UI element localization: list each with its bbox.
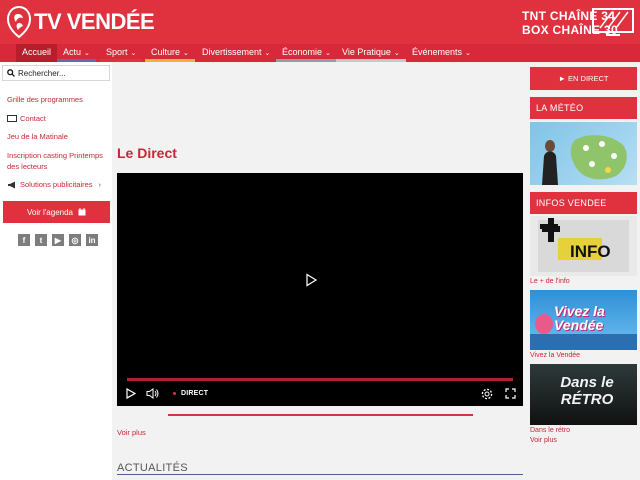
- divider: [168, 414, 473, 416]
- play-button-icon[interactable]: [125, 388, 136, 399]
- news-thumbnail-vivez[interactable]: Vivez la Vendée: [530, 290, 637, 350]
- chevron-down-icon: ⌄: [393, 50, 400, 57]
- sidebar-link-label: Contact: [20, 114, 46, 123]
- news-heading: INFOS VENDEE: [530, 192, 637, 214]
- nav-underline: [276, 59, 337, 62]
- sidebar-link-casting[interactable]: Inscription casting Printemps des lecteu…: [7, 150, 107, 172]
- news-see-more-link[interactable]: Voir plus: [530, 437, 557, 444]
- search-icon: [7, 69, 15, 77]
- play-icon[interactable]: [304, 273, 318, 287]
- thumb-text: INFO: [570, 242, 611, 261]
- section-title-actualites: ACTUALITÉS: [117, 462, 188, 474]
- logo-emblem-icon: [6, 5, 32, 39]
- left-sidebar: Rechercher... Grille des programmes Cont…: [0, 62, 112, 480]
- chevron-down-icon: ⌄: [325, 50, 331, 57]
- sidebar-link-jeu[interactable]: Jeu de la Matinale: [7, 131, 107, 142]
- megaphone-icon: [8, 181, 15, 188]
- nav-label: Vie Pratique: [342, 47, 391, 57]
- chevron-down-icon: ⌄: [264, 50, 271, 57]
- news-thumbnail-retro[interactable]: Dans le RÉTRO: [530, 364, 637, 425]
- search-input[interactable]: Rechercher...: [18, 69, 66, 78]
- sidebar-link-label: Inscription casting Printemps des lecteu…: [7, 151, 103, 171]
- agenda-button[interactable]: Voir l'agenda: [3, 201, 110, 223]
- sidebar-link-contact[interactable]: Contact: [7, 113, 107, 124]
- fullscreen-icon[interactable]: [505, 388, 516, 399]
- chevron-down-icon: ⌄: [465, 50, 471, 57]
- nav-label: Événements: [412, 47, 463, 57]
- news-caption-info[interactable]: Le + de l'info: [530, 278, 570, 285]
- news-caption-vivez[interactable]: Vivez la Vendée: [530, 352, 580, 359]
- facebook-icon[interactable]: f: [18, 234, 30, 246]
- live-status: DIRECT: [181, 390, 209, 397]
- nav-label: Accueil: [22, 47, 52, 57]
- page-title: Le Direct: [117, 145, 177, 161]
- weather-heading: LA MÉTÉO: [530, 97, 637, 119]
- thumb-text: Dans le RÉTRO: [560, 374, 614, 408]
- see-more-link[interactable]: Voir plus: [117, 428, 146, 437]
- nav-item-sport[interactable]: Sport ⌄: [100, 44, 143, 62]
- search-box[interactable]: Rechercher...: [2, 65, 110, 81]
- news-caption-retro[interactable]: Dans le rétro: [530, 427, 570, 434]
- chevron-down-icon: ⌄: [84, 50, 90, 57]
- nav-item-economie[interactable]: Économie ⌄: [276, 44, 337, 62]
- section-divider: [117, 474, 523, 475]
- main-nav: Accueil Actu ⌄ Sport ⌄ Culture ⌄ Divertisse…: [0, 44, 640, 62]
- nav-item-divertissement[interactable]: Divertissement ⌄: [196, 44, 277, 62]
- instagram-icon[interactable]: ◎: [69, 234, 81, 246]
- calendar-icon: [78, 208, 86, 216]
- nav-underline: [336, 59, 406, 62]
- live-button[interactable]: ► EN DIRECT: [530, 67, 637, 90]
- nav-label: Sport: [106, 47, 128, 57]
- site-header: TV VENDÉE TNT CHAÎNE 34 BOX CHAÎNE 30: [0, 0, 640, 44]
- nav-item-evenements[interactable]: Événements ⌄: [406, 44, 477, 62]
- thumb-text: Vivez la Vendée: [554, 303, 605, 333]
- nav-underline: [196, 59, 277, 62]
- weather-map-image: [542, 135, 627, 185]
- sidebar-link-grille[interactable]: Grille des programmes: [7, 94, 107, 105]
- live-dot: [173, 392, 176, 395]
- weather-thumbnail[interactable]: [530, 122, 637, 185]
- chevron-right-icon: ›: [98, 180, 102, 189]
- agenda-label: Voir l'agenda: [26, 207, 73, 217]
- news-thumbnail-info[interactable]: INFO: [530, 216, 637, 276]
- sidebar-link-label: Solutions publicitaires: [20, 180, 93, 189]
- twitter-icon[interactable]: t: [35, 234, 47, 246]
- nav-label: Actu: [63, 47, 82, 57]
- social-links: f t ▶ ◎ in: [18, 234, 98, 246]
- logo-text: TV VENDÉE: [34, 9, 155, 34]
- nav-item-actu[interactable]: Actu ⌄: [57, 44, 96, 62]
- sidebar-link-solutions[interactable]: Solutions publicitaires ›: [7, 179, 107, 190]
- chevron-down-icon: ⌄: [183, 50, 189, 57]
- youtube-icon[interactable]: ▶: [52, 234, 64, 246]
- nav-label: Divertissement: [202, 47, 262, 57]
- nav-label: Économie: [282, 47, 323, 57]
- video-player[interactable]: DIRECT: [117, 173, 523, 406]
- chevron-down-icon: ⌄: [130, 50, 137, 57]
- site-logo[interactable]: TV VENDÉE: [6, 5, 155, 39]
- nav-item-vie-pratique[interactable]: Vie Pratique ⌄: [336, 44, 406, 62]
- mail-icon: [7, 115, 17, 122]
- linkedin-icon[interactable]: in: [86, 234, 98, 246]
- sidebar-link-label: Grille des programmes: [7, 95, 83, 104]
- tv-icon: [592, 8, 634, 36]
- nav-underline: [406, 59, 477, 62]
- volume-icon[interactable]: [146, 388, 160, 399]
- nav-item-accueil[interactable]: Accueil: [16, 44, 58, 62]
- nav-underline: [145, 59, 195, 62]
- video-progress-bar[interactable]: [127, 378, 513, 381]
- nav-item-culture[interactable]: Culture ⌄: [145, 44, 195, 62]
- settings-gear-icon[interactable]: [481, 388, 493, 400]
- sidebar-link-label: Jeu de la Matinale: [7, 132, 68, 141]
- nav-label: Culture: [151, 47, 181, 57]
